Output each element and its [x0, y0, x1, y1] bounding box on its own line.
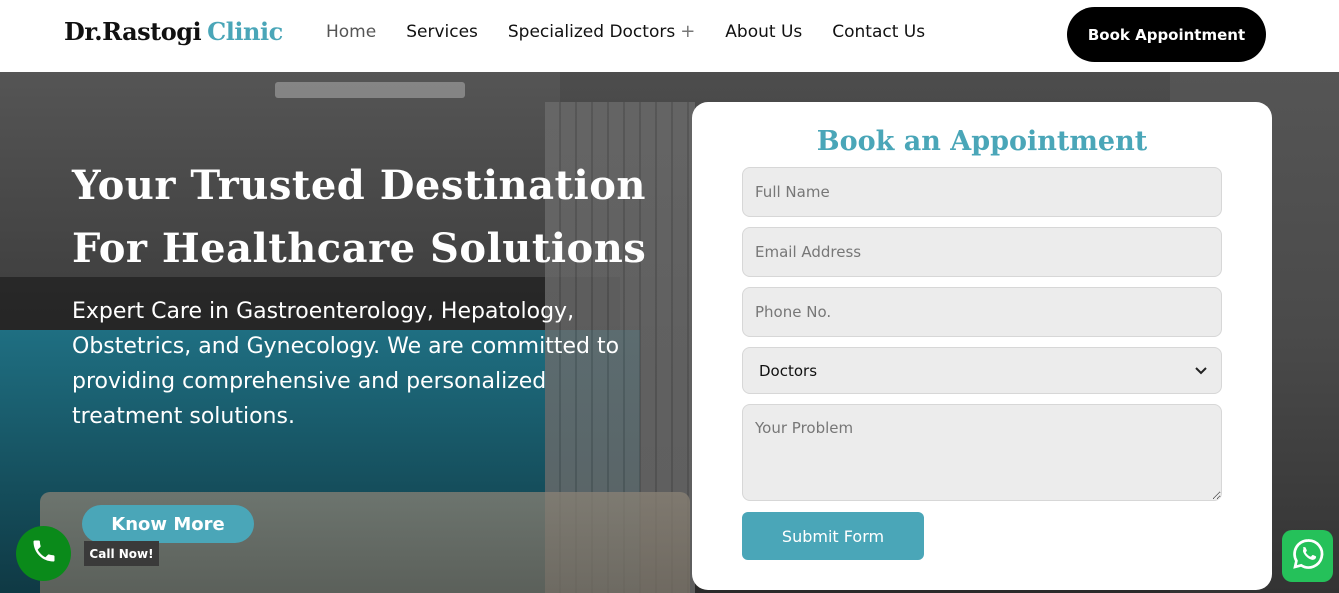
- logo-text-accent: Clinic: [207, 17, 283, 46]
- hero-background-light: [275, 82, 465, 98]
- hero-section: Your Trusted Destination For Healthcare …: [0, 72, 1339, 593]
- whatsapp-button[interactable]: [1282, 530, 1333, 582]
- problem-textarea[interactable]: [742, 404, 1222, 501]
- nav-services[interactable]: Services: [406, 22, 478, 42]
- hero-title: Your Trusted Destination For Healthcare …: [72, 162, 647, 272]
- doctors-select[interactable]: Doctors: [742, 347, 1222, 394]
- nav-specialized-doctors-label: Specialized Doctors: [507, 22, 676, 42]
- hero-subtitle: Expert Care in Gastroenterology, Hepatol…: [72, 299, 620, 429]
- nav-about-us[interactable]: About Us: [725, 22, 802, 42]
- whatsapp-icon: [1290, 536, 1326, 577]
- doctors-select-value: Doctors: [759, 361, 818, 380]
- call-now-button[interactable]: [16, 526, 71, 581]
- main-nav: Home Services Specialized Doctors + About…: [326, 21, 955, 42]
- logo[interactable]: Dr.Rastogi Clinic: [64, 17, 283, 46]
- chevron-down-icon: [1195, 364, 1207, 378]
- form-title: Book an Appointment: [816, 126, 1148, 157]
- logo-text-primary: Dr.Rastogi: [64, 17, 202, 46]
- book-appointment-button[interactable]: Book Appointment: [1067, 7, 1266, 62]
- site-header: Dr.Rastogi Clinic Home Services Specializ…: [0, 0, 1339, 72]
- nav-home[interactable]: Home: [326, 22, 376, 42]
- phone-icon: [30, 537, 58, 570]
- appointment-form-card: Book an Appointment Doctors Submit Form: [692, 102, 1272, 590]
- call-now-label[interactable]: Call Now!: [84, 541, 159, 566]
- know-more-button[interactable]: Know More: [82, 505, 254, 543]
- nav-specialized-doctors[interactable]: Specialized Doctors +: [508, 21, 695, 42]
- submit-form-button[interactable]: Submit Form: [742, 512, 924, 560]
- full-name-input[interactable]: [742, 167, 1222, 217]
- plus-icon: +: [680, 21, 696, 42]
- email-input[interactable]: [742, 227, 1222, 277]
- phone-input[interactable]: [742, 287, 1222, 337]
- nav-contact-us[interactable]: Contact Us: [832, 22, 925, 42]
